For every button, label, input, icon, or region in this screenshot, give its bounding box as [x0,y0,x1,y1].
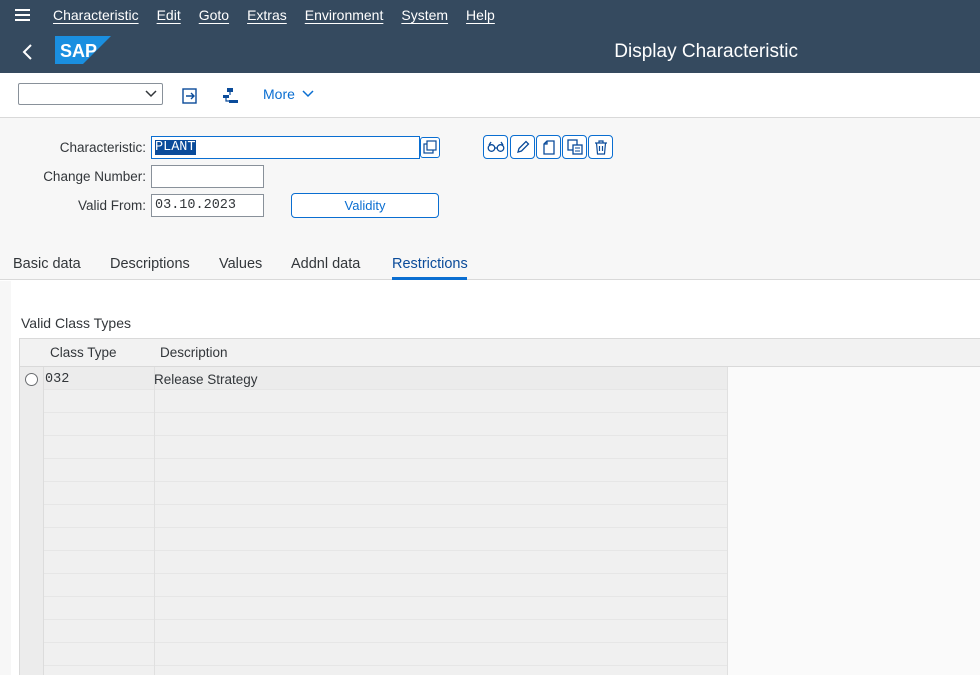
table-row[interactable] [20,574,727,597]
table-empty-area [727,367,980,675]
menu-environment[interactable]: Environment [296,0,393,30]
column-header-description[interactable]: Description [160,345,228,360]
cell-description[interactable]: Release Strategy [154,372,258,387]
tab-restrictions[interactable]: Restrictions [392,256,468,272]
class-types-table: Class Type Description 032 Release Strat… [19,338,980,675]
tab-basic-data[interactable]: Basic data [13,256,81,272]
hamburger-menu-icon[interactable] [0,0,44,30]
row-selector-column [20,367,44,675]
table-row[interactable] [20,551,727,574]
table-row[interactable] [20,413,727,436]
hierarchy-icon[interactable] [220,86,240,106]
copy-button[interactable] [562,135,587,159]
back-arrow-icon [22,44,32,60]
display-button[interactable] [483,135,508,159]
characteristic-label: Characteristic: [59,140,146,155]
table-row[interactable] [20,482,727,505]
row-radio-button[interactable] [25,373,38,386]
sap-logo: SAP [55,36,111,64]
menu-extras[interactable]: Extras [238,0,296,30]
table-row[interactable] [20,505,727,528]
page-title: Display Characteristic [614,41,798,62]
table-row[interactable] [20,528,727,551]
pencil-icon [516,140,529,153]
menu-characteristic[interactable]: Characteristic [44,0,148,30]
content-gutter [0,281,11,675]
change-number-field[interactable] [151,165,264,188]
tab-strip: Basic data Descriptions Values Addnl dat… [0,252,980,280]
column-separator [727,339,728,675]
table-body [20,367,727,675]
tab-descriptions[interactable]: Descriptions [110,256,190,272]
tab-values[interactable]: Values [219,256,262,272]
table-row[interactable] [20,436,727,459]
trash-icon [594,139,607,155]
back-button[interactable] [14,38,42,66]
chevron-down-icon[interactable] [144,87,158,101]
change-number-label: Change Number: [43,169,146,184]
valid-from-field[interactable]: 03.10.2023 [151,194,264,217]
column-header-class-type[interactable]: Class Type [50,345,117,360]
column-separator [154,339,155,675]
table-row[interactable] [20,620,727,643]
chevron-down-icon [302,90,314,98]
shell-bar: SAP Display Characteristic [0,30,980,73]
table-row[interactable] [20,459,727,482]
more-label: More [263,86,295,102]
menu-help[interactable]: Help [457,0,504,30]
value-help-button[interactable] [420,137,440,158]
table-row[interactable] [20,643,727,666]
exit-icon[interactable] [180,86,200,106]
glasses-icon [487,141,504,152]
delete-button[interactable] [588,135,613,159]
table-header: Class Type Description [20,339,980,367]
application-toolbar: More [0,73,980,118]
validity-button[interactable]: Validity [291,193,439,218]
valid-from-label: Valid From: [77,198,146,213]
command-field[interactable] [18,83,163,105]
edit-button[interactable] [510,135,535,159]
characteristic-value: PLANT [155,140,196,155]
copy-icon [566,139,583,155]
table-row[interactable] [20,390,727,413]
menu-bar: Characteristic Edit Goto Extras Environm… [0,0,980,30]
new-document-icon [542,139,555,155]
table-row[interactable] [20,367,727,390]
table-row[interactable] [20,597,727,620]
characteristic-field[interactable]: PLANT [151,136,420,159]
tab-addnl-data[interactable]: Addnl data [291,256,360,272]
menu-edit[interactable]: Edit [148,0,190,30]
section-title: Valid Class Types [21,315,131,331]
cell-class-type[interactable]: 032 [45,372,69,387]
value-help-icon [423,140,437,154]
create-button[interactable] [536,135,561,159]
active-tab-indicator [392,277,467,280]
svg-text:SAP: SAP [60,41,97,61]
menu-goto[interactable]: Goto [190,0,238,30]
menu-system[interactable]: System [392,0,457,30]
more-button[interactable]: More [263,86,315,102]
